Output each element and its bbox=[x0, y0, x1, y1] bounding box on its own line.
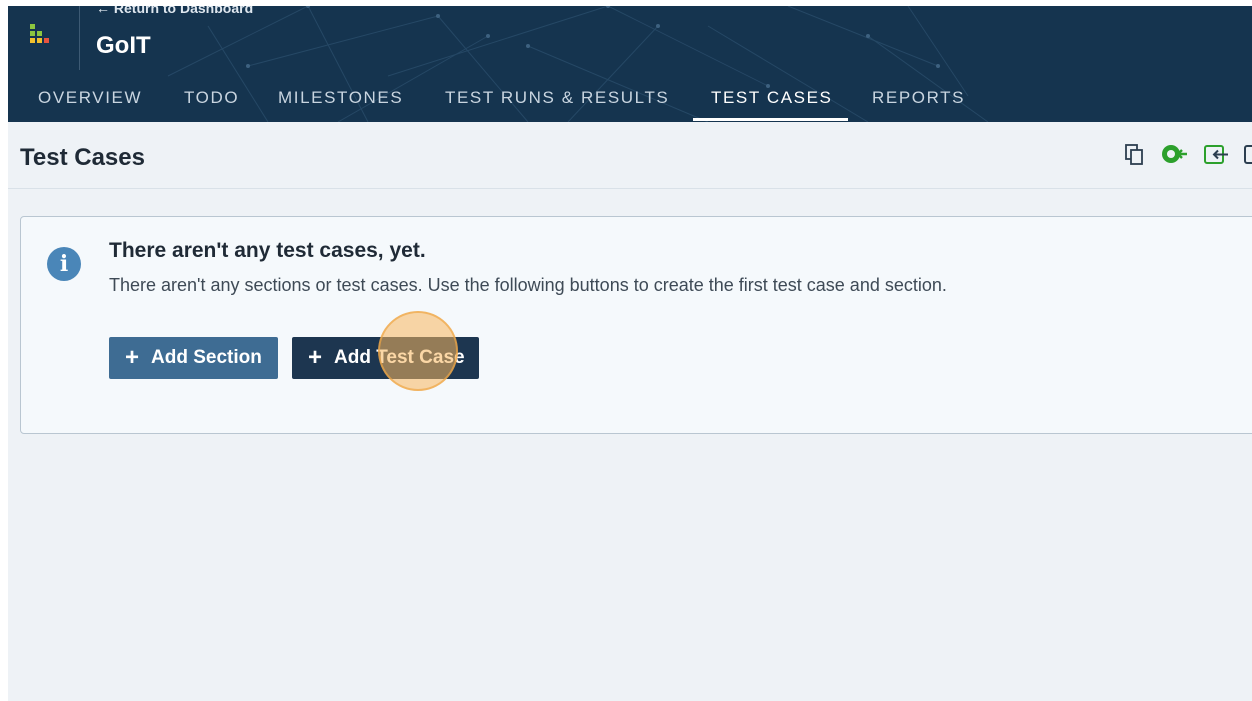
add-section-button[interactable]: + Add Section bbox=[109, 337, 278, 379]
copy-icon[interactable] bbox=[1122, 142, 1148, 168]
project-tabs: OVERVIEW TODO MILESTONES TEST RUNS & RES… bbox=[8, 86, 1252, 122]
add-section-label: Add Section bbox=[151, 347, 262, 368]
empty-state-heading: There aren't any test cases, yet. bbox=[109, 239, 426, 262]
active-tab-indicator bbox=[693, 118, 848, 121]
import-green-icon[interactable] bbox=[1160, 142, 1187, 168]
tab-reports[interactable]: REPORTS bbox=[872, 88, 965, 108]
title-divider bbox=[8, 188, 1252, 189]
plus-icon: + bbox=[308, 344, 323, 371]
plus-icon: + bbox=[125, 344, 140, 371]
tab-test-cases[interactable]: TEST CASES bbox=[711, 88, 833, 108]
tab-todo[interactable]: TODO bbox=[184, 88, 239, 108]
project-header: ← Return to Dashboard GoIT OVERVIEW TODO… bbox=[8, 6, 1252, 122]
project-name: GoIT bbox=[96, 32, 151, 59]
export-icon[interactable] bbox=[1242, 142, 1252, 168]
empty-state-message: There aren't any sections or test cases.… bbox=[109, 275, 947, 295]
page-title: Test Cases bbox=[20, 144, 145, 171]
import-icon[interactable] bbox=[1202, 142, 1228, 168]
tab-overview[interactable]: OVERVIEW bbox=[38, 88, 142, 108]
return-to-dashboard-link[interactable]: ← Return to Dashboard bbox=[96, 6, 253, 16]
add-test-case-button[interactable]: + Add Test Case bbox=[292, 337, 479, 379]
page-toolbar bbox=[1122, 142, 1252, 170]
testrail-logo[interactable] bbox=[28, 22, 60, 52]
app-window: ← Return to Dashboard GoIT OVERVIEW TODO… bbox=[8, 6, 1252, 701]
info-icon: i bbox=[47, 247, 81, 281]
tab-test-runs-results[interactable]: TEST RUNS & RESULTS bbox=[445, 88, 669, 108]
add-test-case-label: Add Test Case bbox=[334, 347, 465, 368]
empty-state-panel: i There aren't any test cases, yet. Ther… bbox=[20, 216, 1252, 434]
tab-milestones[interactable]: MILESTONES bbox=[278, 88, 403, 108]
header-divider bbox=[79, 6, 80, 70]
